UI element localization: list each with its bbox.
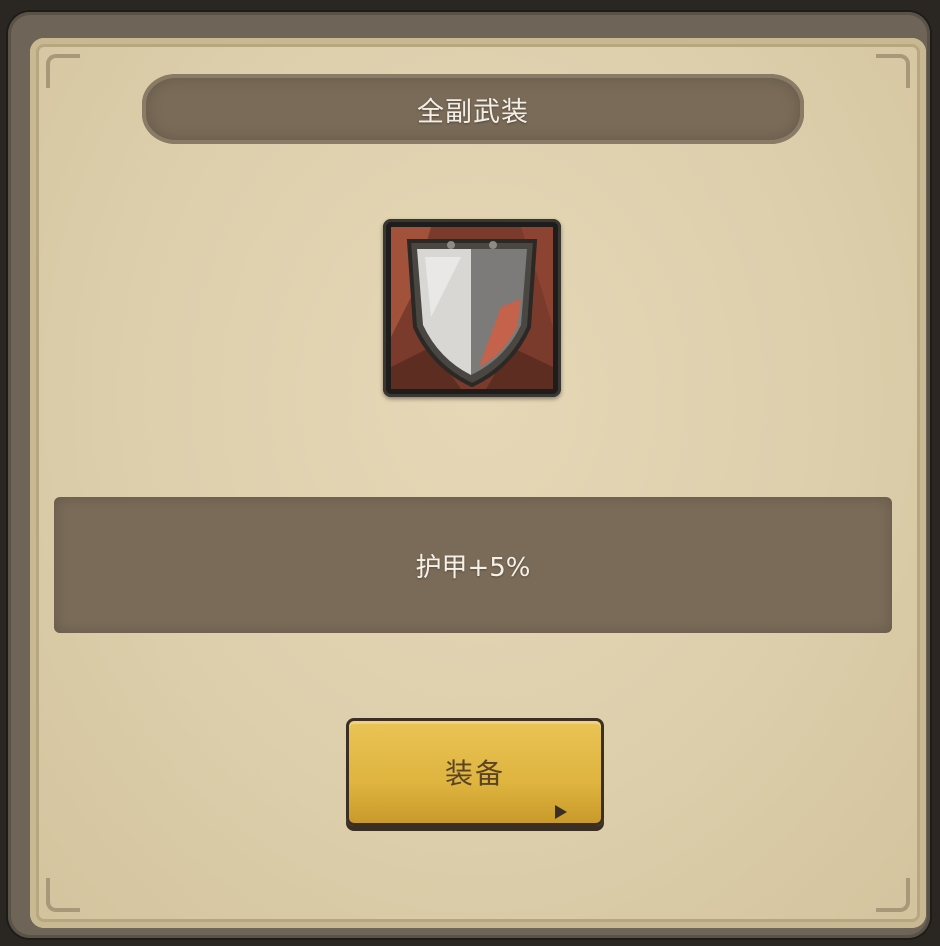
- corner-ornament: [46, 878, 80, 912]
- dialog-title: 全副武装: [417, 96, 529, 128]
- title-banner: 全副武装: [142, 74, 804, 144]
- stat-text: 护甲+5%: [415, 552, 531, 583]
- corner-ornament: [876, 54, 910, 88]
- corner-ornament: [46, 54, 80, 88]
- button-corner-notch: [555, 805, 567, 819]
- equip-button[interactable]: 装备: [346, 718, 604, 826]
- stat-description-bar: 护甲+5%: [54, 497, 892, 633]
- shield-icon: [391, 227, 553, 389]
- item-icon-frame: [383, 219, 561, 397]
- equip-button-label: 装备: [444, 757, 505, 790]
- corner-ornament: [876, 878, 910, 912]
